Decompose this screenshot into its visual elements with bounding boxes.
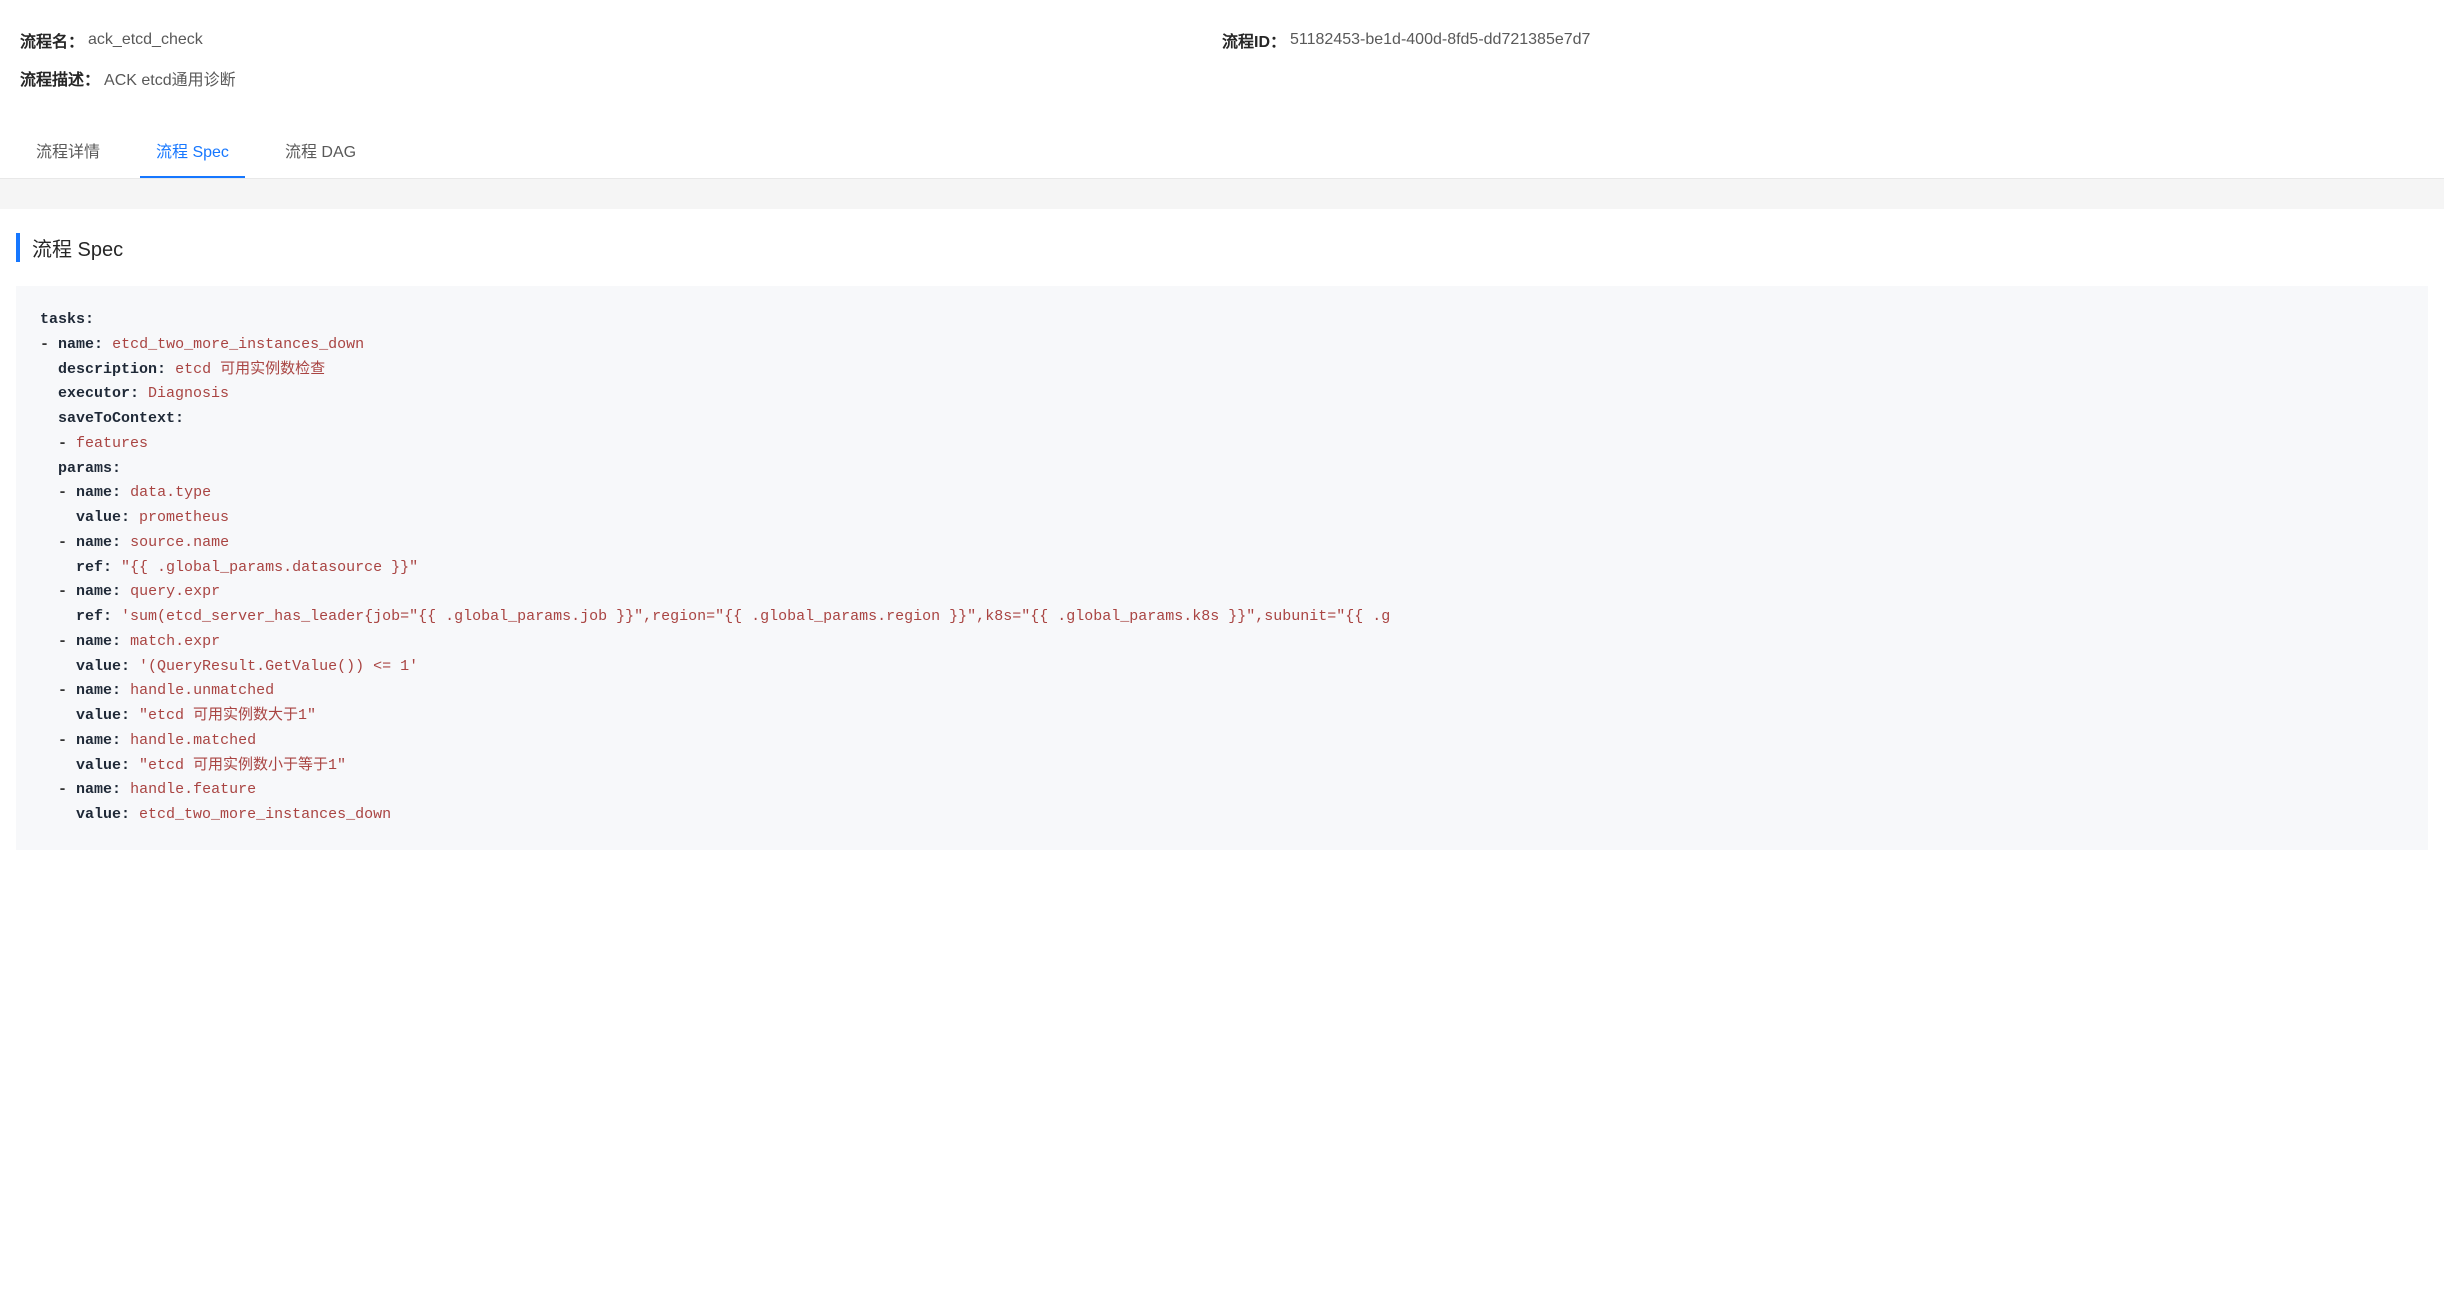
tab-dag[interactable]: 流程 DAG	[269, 124, 372, 178]
yaml-value: '(QueryResult.GetValue()) <= 1'	[139, 658, 418, 675]
header-info: 流程名： ack_etcd_check 流程ID： 51182453-be1d-…	[0, 0, 2444, 114]
yaml-key: value:	[76, 707, 130, 724]
yaml-value: data.type	[130, 484, 211, 501]
process-id-label: 流程ID：	[1222, 28, 1286, 52]
yaml-value: "etcd 可用实例数小于等于1"	[139, 757, 346, 774]
yaml-value: handle.matched	[130, 732, 256, 749]
yaml-value: etcd 可用实例数检查	[175, 361, 325, 378]
yaml-dash: -	[58, 534, 67, 551]
yaml-key: value:	[76, 757, 130, 774]
yaml-value: handle.unmatched	[130, 682, 274, 699]
process-desc-value: ACK etcd通用诊断	[104, 66, 236, 90]
process-name-label: 流程名：	[20, 28, 84, 52]
section-title: 流程 Spec	[16, 233, 2428, 262]
yaml-key: name:	[76, 534, 121, 551]
yaml-dash: -	[58, 583, 67, 600]
yaml-key: name:	[76, 682, 121, 699]
yaml-key: saveToContext:	[58, 410, 184, 427]
spec-code-block: tasks: - name: etcd_two_more_instances_d…	[16, 286, 2428, 850]
yaml-key: value:	[76, 509, 130, 526]
yaml-dash: -	[58, 435, 67, 452]
yaml-key: ref:	[76, 559, 112, 576]
tab-detail[interactable]: 流程详情	[20, 124, 116, 178]
yaml-value: match.expr	[130, 633, 220, 650]
yaml-value: handle.feature	[130, 781, 256, 798]
yaml-value: prometheus	[139, 509, 229, 526]
yaml-key: value:	[76, 658, 130, 675]
yaml-key: executor:	[58, 385, 139, 402]
yaml-dash: -	[58, 633, 67, 650]
yaml-key: value:	[76, 806, 130, 823]
yaml-value: etcd_two_more_instances_down	[112, 336, 364, 353]
yaml-key: name:	[76, 583, 121, 600]
yaml-key: description:	[58, 361, 166, 378]
yaml-value: 'sum(etcd_server_has_leader{job="{{ .glo…	[121, 608, 1390, 625]
spec-section: 流程 Spec tasks: - name: etcd_two_more_ins…	[0, 209, 2444, 874]
spacer-bar	[0, 179, 2444, 209]
yaml-key: ref:	[76, 608, 112, 625]
yaml-dash: -	[58, 682, 67, 699]
yaml-dash: -	[58, 732, 67, 749]
yaml-key: name:	[76, 633, 121, 650]
yaml-key: name:	[76, 781, 121, 798]
yaml-value: features	[76, 435, 148, 452]
process-desc-label: 流程描述：	[20, 66, 100, 90]
yaml-key: tasks:	[40, 311, 94, 328]
yaml-value: Diagnosis	[148, 385, 229, 402]
yaml-dash: -	[58, 484, 67, 501]
yaml-value: "etcd 可用实例数大于1"	[139, 707, 316, 724]
tab-spec[interactable]: 流程 Spec	[140, 124, 245, 178]
yaml-key: name:	[58, 336, 103, 353]
yaml-dash: -	[40, 336, 49, 353]
yaml-dash: -	[58, 781, 67, 798]
yaml-value: etcd_two_more_instances_down	[139, 806, 391, 823]
process-name-value: ack_etcd_check	[88, 31, 203, 49]
yaml-key: name:	[76, 732, 121, 749]
yaml-value: query.expr	[130, 583, 220, 600]
yaml-key: name:	[76, 484, 121, 501]
yaml-key: params:	[58, 460, 121, 477]
tabs: 流程详情 流程 Spec 流程 DAG	[0, 124, 2444, 179]
process-name-field: 流程名： ack_etcd_check	[20, 28, 1172, 52]
process-id-value: 51182453-be1d-400d-8fd5-dd721385e7d7	[1290, 31, 1590, 49]
yaml-value: source.name	[130, 534, 229, 551]
process-id-field: 流程ID： 51182453-be1d-400d-8fd5-dd721385e7…	[1222, 28, 2374, 52]
process-desc-field: 流程描述： ACK etcd通用诊断	[20, 66, 236, 90]
yaml-value: "{{ .global_params.datasource }}"	[121, 559, 418, 576]
